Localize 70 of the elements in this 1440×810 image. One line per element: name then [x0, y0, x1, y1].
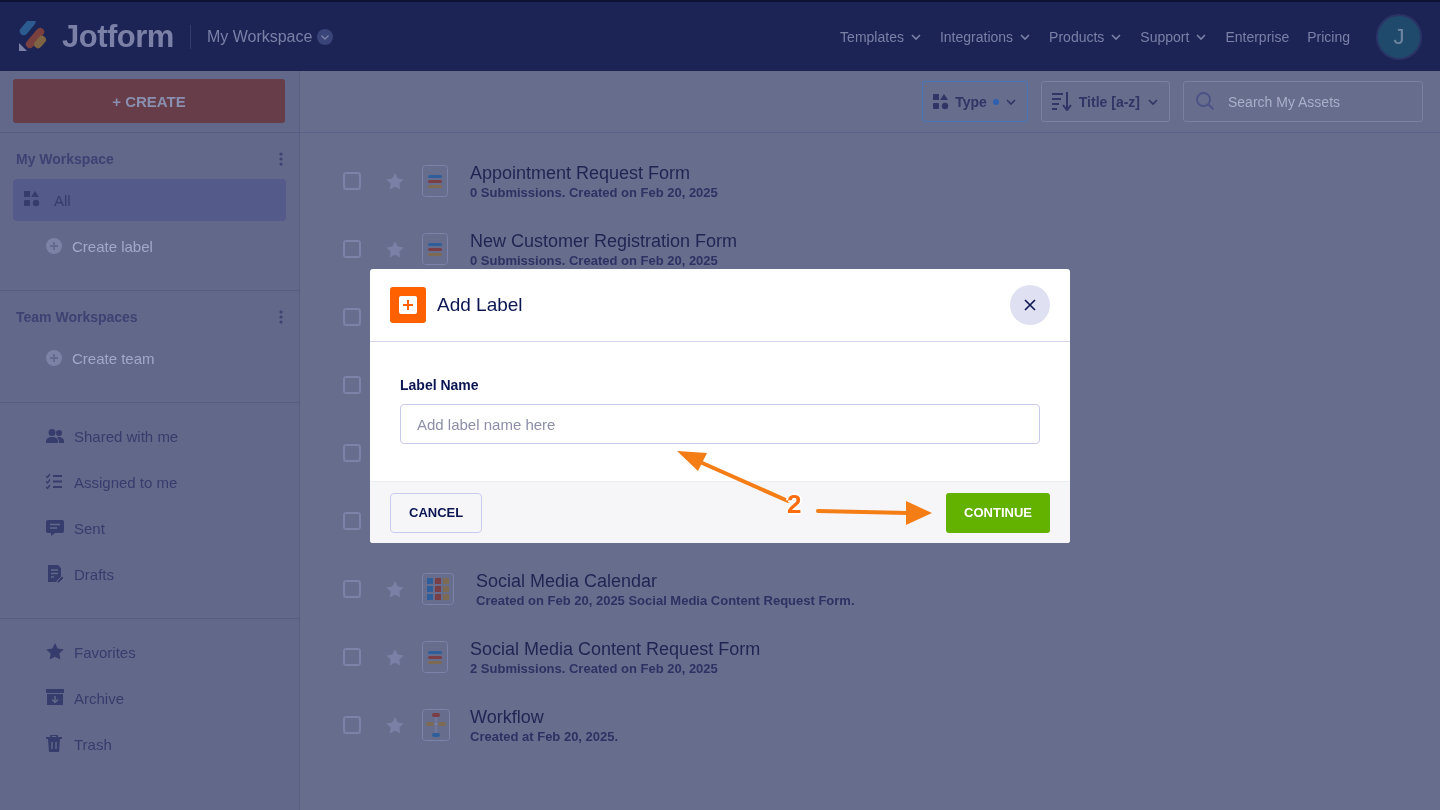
- continue-button[interactable]: CONTINUE: [946, 492, 1050, 533]
- asset-title[interactable]: New Customer Registration Form: [470, 230, 738, 252]
- star-icon[interactable]: [386, 648, 404, 666]
- workspace-name[interactable]: My Workspace: [206, 27, 313, 46]
- label-name-field[interactable]: Add label name here: [400, 404, 1040, 444]
- search-field[interactable]: Search My Assets: [1183, 81, 1423, 122]
- row-checkbox[interactable]: [343, 376, 361, 394]
- sort-button[interactable]: Title [a-z]: [1040, 81, 1170, 122]
- type-filter-button[interactable]: Type: [922, 81, 1028, 122]
- row-checkbox[interactable]: [343, 444, 361, 462]
- row-checkbox[interactable]: [343, 648, 361, 666]
- star-icon[interactable]: [386, 580, 404, 598]
- close-icon: [1024, 299, 1036, 311]
- form-icon: [422, 233, 448, 265]
- plus-circle-icon: [46, 350, 62, 366]
- nav-link[interactable]: Pricing: [1307, 28, 1350, 45]
- sort-icon: [1051, 92, 1072, 111]
- nav-link[interactable]: Products: [1049, 28, 1123, 45]
- checklist-icon: [46, 473, 64, 491]
- row-checkbox[interactable]: [343, 580, 361, 598]
- asset-title[interactable]: Appointment Request Form: [470, 162, 718, 184]
- step-number: 2: [787, 489, 802, 520]
- nav-link[interactable]: Templates: [840, 28, 922, 45]
- more-options-icon[interactable]: [279, 152, 283, 166]
- row-checkbox[interactable]: [343, 172, 361, 190]
- star-icon[interactable]: [386, 716, 404, 734]
- sidebar-action[interactable]: Create team: [13, 337, 286, 379]
- form-icon: [422, 165, 448, 197]
- logo-icon: [18, 21, 48, 52]
- add-label-icon: [390, 287, 426, 323]
- asset-details: 0 Submissions. Created on Feb 20, 2025: [470, 184, 718, 200]
- more-options-icon[interactable]: [279, 310, 283, 324]
- search-icon: [1196, 92, 1214, 110]
- trash-icon: [46, 735, 64, 753]
- chevron-down-icon[interactable]: [317, 28, 334, 45]
- cancel-button[interactable]: CANCEL: [390, 492, 483, 533]
- workflow-icon: [422, 709, 450, 741]
- asset-title[interactable]: Social Media Calendar: [476, 570, 855, 592]
- asset-details: 0 Submissions. Created on Feb 20, 2025: [470, 252, 719, 268]
- people-icon: [46, 427, 64, 445]
- create-button[interactable]: + CREATE: [13, 79, 285, 123]
- plus-circle-icon: [46, 238, 62, 254]
- avatar[interactable]: J: [1376, 13, 1422, 60]
- row-checkbox[interactable]: [343, 308, 361, 326]
- sidebar-action[interactable]: Create label: [13, 225, 286, 267]
- row-checkbox[interactable]: [343, 240, 361, 258]
- nav-link[interactable]: Integrations: [939, 28, 1032, 45]
- field-label: Label Name: [400, 377, 479, 393]
- asset-details: Created on Feb 20, 2025 Social Media Content Request Form.: [476, 592, 855, 608]
- form-icon: [422, 641, 448, 673]
- close-button[interactable]: [1010, 285, 1050, 325]
- shapes-icon: [933, 93, 950, 110]
- row-checkbox[interactable]: [343, 512, 361, 530]
- table-icon: [422, 573, 454, 605]
- asset-title[interactable]: Social Media Content Request Form: [470, 638, 761, 660]
- nav-link[interactable]: Enterprise: [1225, 28, 1290, 45]
- archive-box-icon: [46, 689, 64, 707]
- shapes-icon: [24, 191, 42, 209]
- message-icon: [46, 519, 64, 537]
- star-icon: [46, 643, 64, 661]
- star-icon[interactable]: [386, 240, 404, 258]
- document-edit-icon: [46, 565, 64, 583]
- asset-details: Created at Feb 20, 2025.: [470, 728, 619, 744]
- logo-text[interactable]: Jotform: [62, 18, 174, 55]
- asset-title[interactable]: Workflow: [470, 706, 619, 728]
- dialog-title: Add Label: [437, 294, 523, 316]
- asset-details: 2 Submissions. Created on Feb 20, 2025: [470, 660, 719, 676]
- row-checkbox[interactable]: [343, 716, 361, 734]
- star-icon[interactable]: [386, 172, 404, 190]
- nav-link[interactable]: Support: [1140, 28, 1208, 45]
